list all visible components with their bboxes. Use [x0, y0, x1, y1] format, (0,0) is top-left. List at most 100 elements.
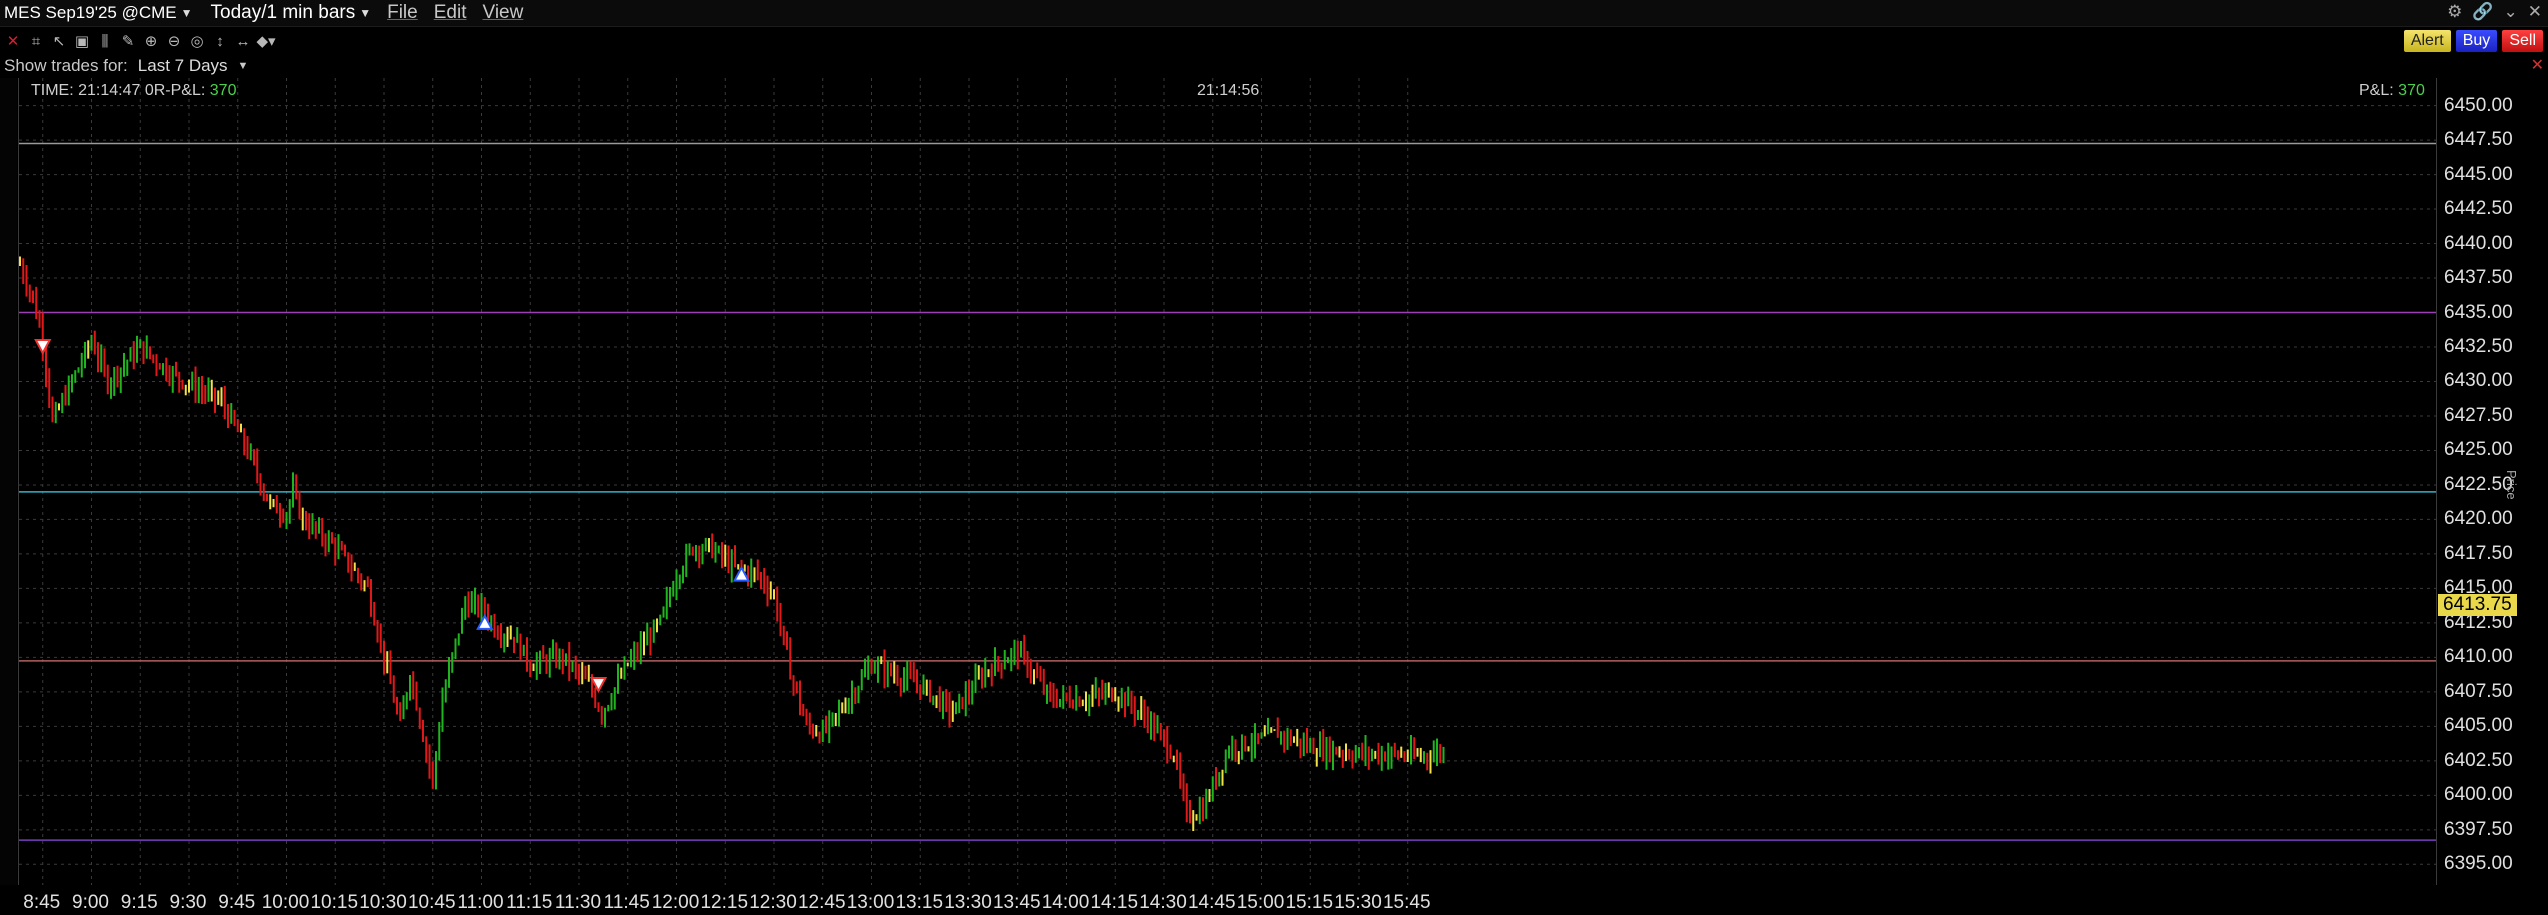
price-axis-label: 6445.00	[2444, 163, 2513, 185]
time-axis-label: 15:30	[1334, 892, 1382, 913]
chevron-down-icon[interactable]: ⌄	[2504, 2, 2518, 22]
gear-icon[interactable]: ⚙	[2447, 2, 2462, 22]
time-axis-label: 14:30	[1139, 892, 1187, 913]
price-axis-label: 6410.00	[2444, 646, 2513, 668]
time-axis-label: 12:30	[749, 892, 797, 913]
price-axis-label: 6427.50	[2444, 404, 2513, 426]
time-axis-label: 10:00	[261, 892, 310, 913]
time-axis-label: 9:30	[169, 892, 207, 913]
order-actions: Alert Buy Sell	[2402, 29, 2544, 53]
bar-setting-dropdown[interactable]: Today/1 min bars	[211, 2, 356, 24]
buy-trade-marker	[732, 565, 751, 582]
cursor-icon[interactable]: ↖	[49, 31, 69, 51]
time-axis-label: 9:15	[120, 892, 158, 913]
price-axis-label: 6437.50	[2444, 267, 2513, 289]
close-icon[interactable]: ✕	[2531, 55, 2544, 75]
chart-icon[interactable]: ▣	[72, 31, 92, 51]
time-axis-label: 13:00	[846, 892, 895, 913]
buy-button[interactable]: Buy	[2454, 29, 2499, 53]
pan-vertical-icon[interactable]: ↕	[210, 31, 230, 51]
sell-button[interactable]: Sell	[2501, 29, 2544, 53]
time-label: TIME: 21:14:47	[31, 82, 141, 99]
close-red-icon[interactable]: ✕	[3, 31, 23, 51]
symbol-label[interactable]: MES Sep19'25 @CME	[4, 3, 177, 23]
price-axis-label: 6402.50	[2444, 749, 2513, 771]
chevron-down-icon[interactable]: ▼	[359, 6, 371, 20]
time-axis-label: 10:15	[310, 892, 359, 913]
time-axis-label: 9:45	[218, 892, 256, 913]
show-trades-label: Show trades for:	[4, 56, 128, 75]
time-axis-label: 10:45	[407, 892, 456, 913]
left-rail	[0, 78, 17, 885]
zoom-out-icon[interactable]: ⊖	[164, 31, 184, 51]
price-axis-label: 6397.50	[2444, 818, 2513, 840]
link-icon[interactable]: 🔗	[2472, 2, 2493, 22]
chevron-down-icon[interactable]: ▼	[238, 60, 249, 72]
bars-icon[interactable]: ⫼	[95, 31, 115, 51]
show-trades-value[interactable]: Last 7 Days	[138, 56, 228, 76]
price-chart[interactable]: TIME: 21:14:47 0R-P&L: 370 21:14:56 P&L:…	[18, 78, 2437, 885]
chart-canvas[interactable]	[19, 78, 2437, 885]
time-axis-label: 12:00	[651, 892, 700, 913]
pl-value: 370	[2398, 82, 2425, 99]
pl-readout: P&L: 370	[2359, 82, 2425, 100]
price-axis-label: 6407.50	[2444, 680, 2513, 702]
center-time: 21:14:56	[1197, 82, 1260, 99]
price-axis-label: 6435.00	[2444, 301, 2513, 323]
time-axis-label: 13:30	[944, 892, 992, 913]
target-icon[interactable]: ◎	[187, 31, 207, 51]
price-axis-label: 6405.00	[2444, 715, 2513, 737]
price-axis-label: 6417.50	[2444, 542, 2513, 564]
menu-view[interactable]: View	[482, 2, 523, 24]
price-axis-label: 6425.00	[2444, 439, 2513, 461]
pl-label: P&L:	[2359, 82, 2394, 99]
time-readout: TIME: 21:14:47 0R-P&L: 370	[31, 82, 236, 100]
price-axis-label: 6432.50	[2444, 336, 2513, 357]
zoom-in-icon[interactable]: ⊕	[141, 31, 161, 51]
show-trades-filter[interactable]: Show trades for: Last 7 Days ▼	[4, 55, 248, 77]
price-axis-label: 6442.50	[2444, 198, 2513, 220]
axis-title: Price	[2504, 470, 2519, 500]
price-axis-label: 6420.00	[2444, 508, 2513, 530]
time-axis-label: 11:45	[603, 892, 650, 913]
time-axis-label: 11:00	[457, 892, 504, 913]
time-axis-label: 8:45	[23, 892, 61, 913]
close-icon[interactable]: ✕	[2528, 2, 2542, 22]
shapes-icon[interactable]: ◆▾	[256, 31, 276, 51]
pan-horizontal-icon[interactable]: ↔	[233, 31, 253, 51]
current-price-tag: 6413.75	[2438, 594, 2517, 616]
time-axis-label: 11:15	[506, 892, 553, 913]
price-axis-label: 6395.00	[2444, 853, 2513, 875]
chart-toolbar: ✕ ⌗ ↖ ▣ ⫼ ✎ ⊕ ⊖ ◎ ↕ ↔ ◆▾	[0, 28, 2548, 54]
time-axis-label: 15:00	[1236, 892, 1285, 913]
time-axis-label: 14:45	[1187, 892, 1236, 913]
time-axis-label: 12:15	[700, 892, 749, 913]
rpl-label: R-P&L:	[153, 82, 206, 99]
price-axis-label: 6430.00	[2444, 370, 2513, 392]
sell-trade-marker	[589, 676, 608, 694]
time-axis-label: 12:45	[797, 892, 846, 913]
time-axis-label: 14:00	[1041, 892, 1090, 913]
chevron-down-icon[interactable]: ▼	[181, 6, 193, 20]
flag-label: 0	[144, 82, 154, 99]
time-axis-label: 13:15	[895, 892, 944, 913]
crosshair-icon[interactable]: ⌗	[26, 31, 46, 51]
alert-button[interactable]: Alert	[2402, 29, 2452, 53]
menu-edit[interactable]: Edit	[434, 2, 467, 24]
time-axis-label: 13:45	[992, 892, 1041, 913]
time-axis-label: 9:00	[72, 892, 109, 913]
price-axis-label: 6447.50	[2444, 129, 2513, 151]
price-axis-label: 6440.00	[2444, 232, 2513, 254]
price-axis-label: 6400.00	[2444, 784, 2513, 806]
time-axis-label: 15:45	[1382, 892, 1431, 913]
price-axis-label: 6422.50	[2444, 473, 2513, 495]
pencil-icon[interactable]: ✎	[118, 31, 138, 51]
time-axis-label: 15:15	[1285, 892, 1334, 913]
menu-file[interactable]: File	[387, 2, 418, 24]
time-axis-label: 11:30	[554, 892, 602, 913]
rpl-value: 370	[209, 82, 237, 99]
price-axis-label: 6450.00	[2444, 94, 2513, 116]
time-axis-label: 10:30	[359, 892, 407, 913]
title-bar: MES Sep19'25 @CME ▼ Today/1 min bars ▼ Fil…	[0, 0, 2548, 27]
time-axis-label: 14:15	[1090, 892, 1139, 913]
